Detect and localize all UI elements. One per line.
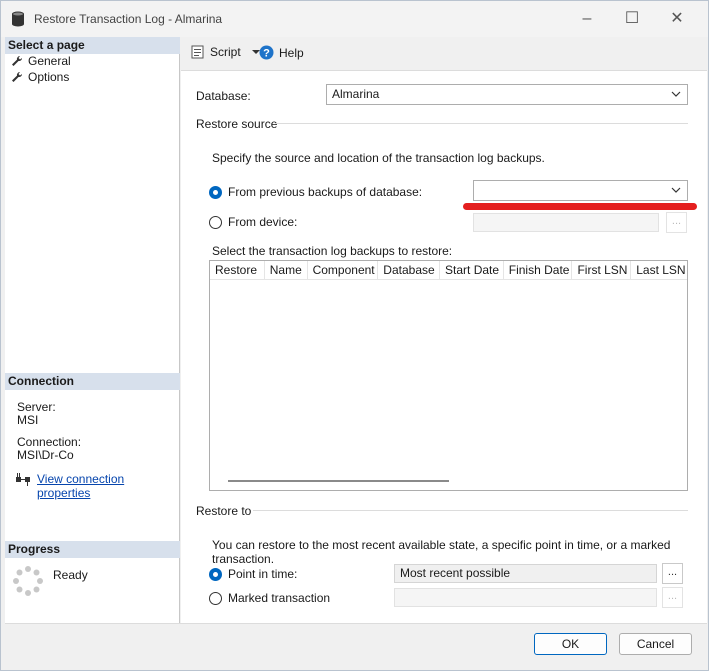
progress-status: Ready: [53, 568, 88, 582]
chevron-down-icon: [671, 187, 681, 193]
from-previous-backups-radio[interactable]: From previous backups of database:: [209, 185, 422, 199]
close-icon[interactable]: ✕: [667, 9, 687, 29]
wrench-icon: [12, 55, 23, 66]
toolbar: Script ? Help: [181, 37, 707, 71]
left-pane: Select a page General Options Connection…: [5, 37, 180, 623]
backup-sets-grid[interactable]: Restore Name Component Database Start Da…: [209, 260, 688, 491]
dialog-footer: OK Cancel: [5, 623, 707, 669]
server-value: MSI: [17, 413, 39, 427]
restore-to-instructions: You can restore to the most recent avail…: [212, 538, 671, 566]
grid-column-header[interactable]: Component: [308, 261, 379, 279]
maximize-icon[interactable]: ☐: [622, 9, 642, 29]
server-label: Server:: [17, 400, 56, 414]
point-in-time-radio[interactable]: Point in time:: [209, 567, 297, 581]
from-device-label: From device:: [228, 215, 298, 229]
connection-label: Connection:: [17, 435, 82, 449]
source-instructions: Specify the source and location of the t…: [212, 151, 545, 165]
select-backups-label: Select the transaction log backups to re…: [212, 244, 453, 258]
view-connection-properties-link[interactable]: View connection properties: [37, 472, 179, 500]
from-previous-label: From previous backups of database:: [228, 185, 423, 199]
restore-to-divider: [253, 510, 688, 511]
database-label: Database:: [196, 89, 251, 103]
page-item-label: General: [28, 54, 71, 68]
restore-source-label: Restore source: [196, 117, 278, 131]
connection-value: MSI\Dr-Co: [17, 448, 74, 462]
grid-column-header[interactable]: Finish Date: [504, 261, 573, 279]
radio-selected-icon: [209, 185, 222, 199]
marked-transaction-field: [394, 588, 657, 607]
radio-unselected-icon: [209, 215, 222, 229]
restore-source-divider: [275, 123, 688, 124]
database-icon: [12, 11, 24, 27]
connection-header: Connection: [5, 373, 180, 390]
title-bar: Restore Transaction Log - Almarina – ☐ ✕: [1, 1, 708, 37]
red-annotation-underline: [463, 203, 697, 210]
grid-header-row: Restore Name Component Database Start Da…: [210, 261, 687, 280]
script-icon: [191, 45, 204, 59]
grid-column-header[interactable]: Name: [265, 261, 308, 279]
device-path-field: [473, 213, 659, 232]
database-value: Almarina: [332, 87, 380, 101]
chevron-down-icon: [671, 91, 681, 97]
marked-transaction-browse-button[interactable]: ...: [662, 587, 683, 608]
grid-column-header[interactable]: Database: [378, 261, 441, 279]
radio-selected-icon: [209, 567, 222, 581]
restore-to-label: Restore to: [196, 504, 252, 518]
script-label: Script: [210, 45, 241, 59]
page-item-general[interactable]: General: [11, 54, 71, 68]
device-browse-button[interactable]: ...: [666, 212, 687, 233]
plug-icon: [16, 473, 30, 486]
grid-column-header[interactable]: First LSN: [572, 261, 632, 279]
marked-transaction-label: Marked transaction: [228, 591, 331, 605]
progress-spinner-icon: [13, 566, 43, 596]
window-title: Restore Transaction Log - Almarina: [34, 12, 223, 26]
select-page-header: Select a page: [5, 37, 180, 54]
svg-text:?: ?: [263, 48, 270, 60]
help-label: Help: [279, 45, 304, 60]
dialog-window: Restore Transaction Log - Almarina – ☐ ✕…: [0, 0, 709, 671]
page-item-label: Options: [28, 70, 70, 84]
help-icon: ?: [259, 45, 274, 60]
grid-column-header[interactable]: Start Date: [440, 261, 504, 279]
progress-header: Progress: [5, 541, 180, 558]
wrench-icon: [12, 71, 23, 82]
marked-transaction-radio[interactable]: Marked transaction: [209, 591, 330, 605]
ok-button[interactable]: OK: [534, 633, 607, 655]
previous-backups-dropdown[interactable]: [473, 180, 688, 201]
help-button[interactable]: ? Help: [259, 45, 304, 60]
script-button[interactable]: Script: [191, 45, 261, 59]
horizontal-scrollbar[interactable]: [228, 480, 449, 482]
point-in-time-label: Point in time:: [228, 567, 298, 581]
point-in-time-browse-button[interactable]: ...: [662, 563, 683, 584]
database-dropdown[interactable]: Almarina: [326, 84, 688, 105]
minimize-icon[interactable]: –: [577, 9, 597, 29]
point-in-time-field: Most recent possible: [394, 564, 657, 583]
radio-unselected-icon: [209, 591, 222, 605]
page-item-options[interactable]: Options: [11, 70, 69, 84]
cancel-button[interactable]: Cancel: [619, 633, 692, 655]
from-device-radio[interactable]: From device:: [209, 215, 297, 229]
grid-column-header[interactable]: Last LSN: [631, 261, 687, 279]
grid-column-header[interactable]: Restore: [210, 261, 265, 279]
